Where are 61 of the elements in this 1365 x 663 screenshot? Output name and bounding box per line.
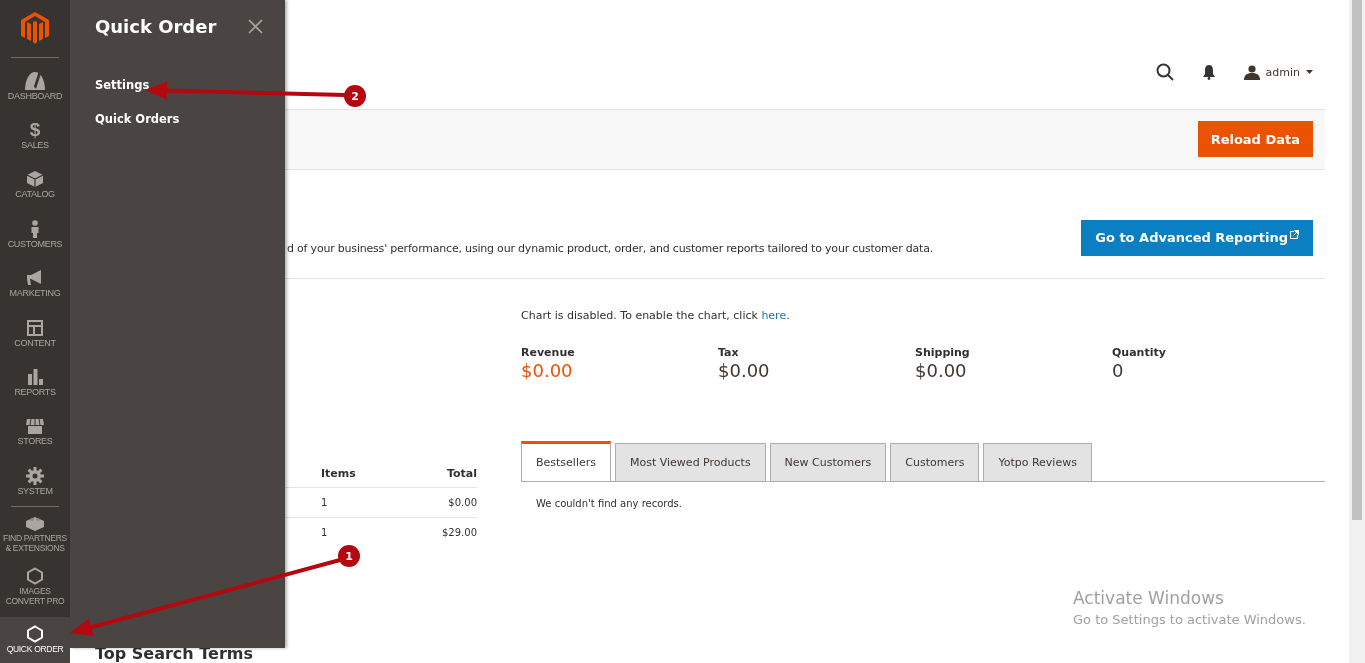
total-label: Tax xyxy=(718,346,740,360)
column-header: Items xyxy=(321,467,399,488)
activation-text: Go to Settings to activate Windows. xyxy=(1073,612,1306,627)
hexagon-icon xyxy=(25,567,45,586)
layout-icon xyxy=(25,318,45,337)
external-link-icon xyxy=(1290,230,1299,240)
tab[interactable]: New Customers xyxy=(769,443,887,482)
caret-icon xyxy=(1306,70,1313,75)
chart-notice: Chart is disabled. To enable the chart, click here. xyxy=(521,309,791,323)
gear-icon xyxy=(25,466,45,485)
sidebar-item[interactable]: QUICK ORDER xyxy=(0,617,70,663)
submenu-item[interactable]: Settings xyxy=(95,78,150,92)
notifications-icon[interactable] xyxy=(1201,64,1216,81)
total-value: $0.00 xyxy=(915,360,968,382)
total-label: Revenue xyxy=(521,346,576,360)
total-value: $0.00 xyxy=(521,360,574,382)
storefront-icon xyxy=(25,417,45,436)
empty-message: We couldn't find any records. xyxy=(536,498,683,510)
sidebar-item[interactable]: CATALOG xyxy=(0,160,70,211)
advanced-reporting-button[interactable]: Go to Advanced Reporting xyxy=(1081,220,1313,257)
total-value: $0.00 xyxy=(718,360,771,382)
step-number: 2 xyxy=(344,85,366,107)
search-icon[interactable] xyxy=(1155,63,1174,82)
gauge-icon xyxy=(25,71,45,90)
tab[interactable]: Yotpo Reviews xyxy=(983,443,1092,482)
total-label: Shipping xyxy=(915,346,971,360)
submenu-item[interactable]: Quick Orders xyxy=(95,112,180,126)
brick-icon xyxy=(25,514,45,533)
sidebar-item[interactable]: FIND PARTNERS & EXTENSIONS xyxy=(0,507,70,561)
sidebar-item[interactable]: MARKETING xyxy=(0,259,70,309)
sidebar-item[interactable]: CUSTOMERS xyxy=(0,210,70,260)
step-number: 1 xyxy=(338,545,360,567)
column-header: Total xyxy=(398,467,477,488)
logo-icon[interactable] xyxy=(21,12,49,45)
sidebar-item[interactable]: $ SALES xyxy=(0,111,70,161)
sidebar-item[interactable]: DASHBOARD xyxy=(0,61,70,112)
sidebar-item[interactable]: CONTENT xyxy=(0,308,70,359)
table-cell: $0.00 xyxy=(398,487,477,518)
tab[interactable]: Most Viewed Products xyxy=(615,443,766,482)
hexagon-icon xyxy=(25,625,45,644)
total-value: 0 xyxy=(1112,360,1125,382)
table-cell: 1 xyxy=(321,517,399,548)
user-menu[interactable]: admin xyxy=(1243,64,1313,80)
sidebar-item[interactable]: STORES xyxy=(0,407,70,457)
bar-chart-icon xyxy=(25,367,45,386)
reporting-description: d of your business' performance, using our dynamic product, order, and customer reports tailored to your customer data. xyxy=(287,242,934,256)
table-cell: $29.00 xyxy=(398,517,477,548)
sidebar-item[interactable]: SYSTEM xyxy=(0,457,70,507)
sidebar-item[interactable]: REPORTS xyxy=(0,358,70,408)
sidebar-item[interactable]: IMAGES CONVERT PRO xyxy=(0,560,70,614)
tab[interactable]: Customers xyxy=(890,443,980,482)
tab[interactable]: Bestsellers xyxy=(521,441,611,482)
close-icon[interactable] xyxy=(248,18,263,34)
scrollbar[interactable] xyxy=(1349,0,1365,663)
reload-data-button[interactable]: Reload Data xyxy=(1197,121,1313,158)
total-label: Quantity xyxy=(1112,346,1167,360)
user-icon xyxy=(1243,64,1260,80)
submenu-title: Quick Order xyxy=(95,15,217,37)
table-cell: 1 xyxy=(321,487,399,518)
box-icon xyxy=(25,170,45,189)
activation-title: Activate Windows xyxy=(1073,588,1225,608)
